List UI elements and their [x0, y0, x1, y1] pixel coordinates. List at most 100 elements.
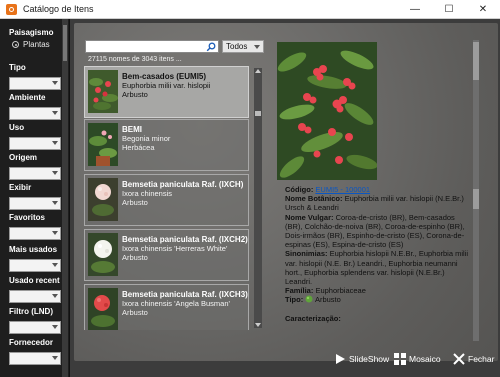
shrub-icon: [305, 295, 313, 303]
plant-thumbnail: [88, 178, 118, 221]
item-name: BEMI: [122, 125, 142, 134]
scrollbar-thumb[interactable]: [63, 25, 67, 61]
item-scientific: Ixora chinensis: [122, 189, 173, 198]
scrollbar-thumb[interactable]: [473, 189, 479, 209]
filter-select-ambiente[interactable]: [9, 107, 61, 120]
item-type: Arbusto: [122, 253, 148, 262]
section-title: Paisagismo: [9, 28, 54, 37]
result-count: 27115 nomes de 3043 itens ...: [88, 56, 182, 63]
chevron-down-icon: [52, 201, 58, 206]
filter-select-origem[interactable]: [9, 167, 61, 180]
main-panel: Todos 27115 nomes de 3043 itens ... Bem-…: [70, 19, 500, 377]
item-scientific: Ixora chinensis 'Angela Busman': [122, 299, 230, 308]
search-icon[interactable]: [206, 42, 216, 52]
type-label: Tipo:: [285, 295, 304, 305]
filter-label-mais-usados: Mais usados: [9, 245, 58, 254]
photo-scrollbar[interactable]: [473, 40, 479, 185]
filter-label-tipo: Tipo: [9, 63, 26, 72]
chevron-down-icon: [52, 81, 58, 86]
title-bar: Catálogo de Itens — ☐ ✕: [0, 0, 500, 19]
mosaic-label: Mosaico: [409, 354, 441, 364]
item-name: Bemsetia paniculata Raf. (IXCH3): [122, 290, 248, 299]
close-label: Fechar: [468, 354, 495, 364]
filter-select-exibir[interactable]: [9, 197, 61, 210]
sidebar-scrollbar[interactable]: [62, 19, 68, 377]
app-icon: [6, 3, 17, 15]
play-icon: [336, 354, 345, 364]
plantas-radio[interactable]: Plantas: [12, 40, 63, 49]
item-name: Bem-casados (EUMI5): [122, 72, 207, 81]
radio-label: Plantas: [23, 40, 50, 49]
mosaic-button[interactable]: Mosaico: [394, 352, 441, 366]
list-scrollbar[interactable]: [254, 68, 262, 328]
item-type: Herbácea: [122, 143, 155, 152]
list-item[interactable]: Bemsetia paniculata Raf. (IXCH) Ixora ch…: [84, 174, 249, 226]
details-scrollbar[interactable]: [473, 185, 479, 341]
item-name: Bemsetia paniculata Raf. (IXCH2): [122, 235, 248, 244]
filter-select-favoritos[interactable]: [9, 227, 61, 240]
filter-select-fornecedor[interactable]: [9, 352, 61, 365]
list-item[interactable]: Bemsetia paniculata Raf. (IXCH2) Ixora c…: [84, 229, 249, 281]
scrollbar-thumb[interactable]: [473, 42, 479, 80]
item-details: Código: EUMI5 - 100001 Nome Botânico: Eu…: [285, 185, 471, 341]
minimize-button[interactable]: —: [398, 0, 432, 19]
radio-icon: [12, 41, 19, 48]
filter-label-ambiente: Ambiente: [9, 93, 46, 102]
filter-label-uso: Uso: [9, 123, 25, 132]
family-value: Euphorbiaceae: [315, 286, 366, 296]
type-value: Arbusto: [314, 295, 341, 305]
chevron-down-icon: [52, 171, 58, 176]
scrollbar-thumb[interactable]: [255, 111, 261, 116]
category-filter-value: Todos: [226, 42, 248, 51]
common-label: Nome Vulgar:: [285, 212, 334, 222]
chevron-down-icon: [52, 141, 58, 146]
chevron-down-icon: [254, 45, 260, 49]
filter-label-fornecedor: Fornecedor: [9, 338, 54, 347]
chevron-down-icon: [52, 325, 58, 330]
list-item[interactable]: Bemsetia paniculata Raf. (IXCH3) Ixora c…: [84, 284, 249, 330]
grid-icon: [394, 353, 406, 365]
plant-thumbnail: [88, 288, 118, 330]
filter-select-filtro-lnd[interactable]: [9, 321, 61, 334]
filter-select-uso[interactable]: [9, 137, 61, 150]
close-icon: [453, 353, 465, 365]
close-window-button[interactable]: ✕: [466, 0, 500, 19]
item-name: Bemsetia paniculata Raf. (IXCH): [122, 180, 244, 189]
slideshow-label: SlideShow: [349, 354, 390, 364]
chevron-down-icon: [52, 231, 58, 236]
filter-sidebar: Paisagismo Plantas Tipo Ambiente Uso Ori…: [0, 19, 70, 377]
filter-label-filtro-lnd: Filtro (LND): [9, 307, 53, 316]
close-button[interactable]: Fechar: [453, 352, 494, 366]
filter-label-favoritos: Favoritos: [9, 213, 46, 222]
botanic-label: Nome Botânico:: [285, 194, 343, 204]
filter-select-usado-recent[interactable]: [9, 290, 61, 303]
plant-photo: [277, 42, 377, 180]
family-label: Família:: [285, 286, 314, 296]
plant-thumbnail: [88, 233, 118, 276]
slideshow-button[interactable]: SlideShow: [334, 352, 389, 366]
item-list: Bem-casados (EUMI5) Euphorbia milii var.…: [84, 66, 249, 330]
scroll-down-icon[interactable]: [255, 323, 261, 327]
chevron-down-icon: [52, 294, 58, 299]
list-item[interactable]: Bem-casados (EUMI5) Euphorbia milii var.…: [84, 66, 249, 118]
item-type: Arbusto: [122, 198, 148, 207]
window-title: Catálogo de Itens: [23, 4, 94, 14]
item-scientific: Begonia minor: [122, 134, 171, 143]
filter-select-tipo[interactable]: [9, 77, 61, 90]
filter-select-mais-usados[interactable]: [9, 259, 61, 272]
item-type: Arbusto: [122, 308, 148, 317]
code-link[interactable]: EUMI5 - 100001: [315, 185, 370, 194]
chevron-down-icon: [52, 263, 58, 268]
item-scientific: Euphorbia milii var. hislopii: [122, 81, 211, 90]
chevron-down-icon: [52, 111, 58, 116]
synonyms-label: Sinonimias:: [285, 249, 328, 259]
chevron-down-icon: [52, 356, 58, 361]
filter-label-origem: Origem: [9, 153, 38, 162]
scroll-up-icon[interactable]: [255, 69, 261, 73]
category-filter-select[interactable]: Todos: [222, 40, 264, 53]
maximize-button[interactable]: ☐: [432, 0, 466, 19]
list-item[interactable]: BEMI Begonia minor Herbácea: [84, 119, 249, 171]
item-type: Arbusto: [122, 90, 148, 99]
item-scientific: Ixora chinensis 'Herreras White': [122, 244, 228, 253]
search-input[interactable]: [85, 40, 219, 53]
